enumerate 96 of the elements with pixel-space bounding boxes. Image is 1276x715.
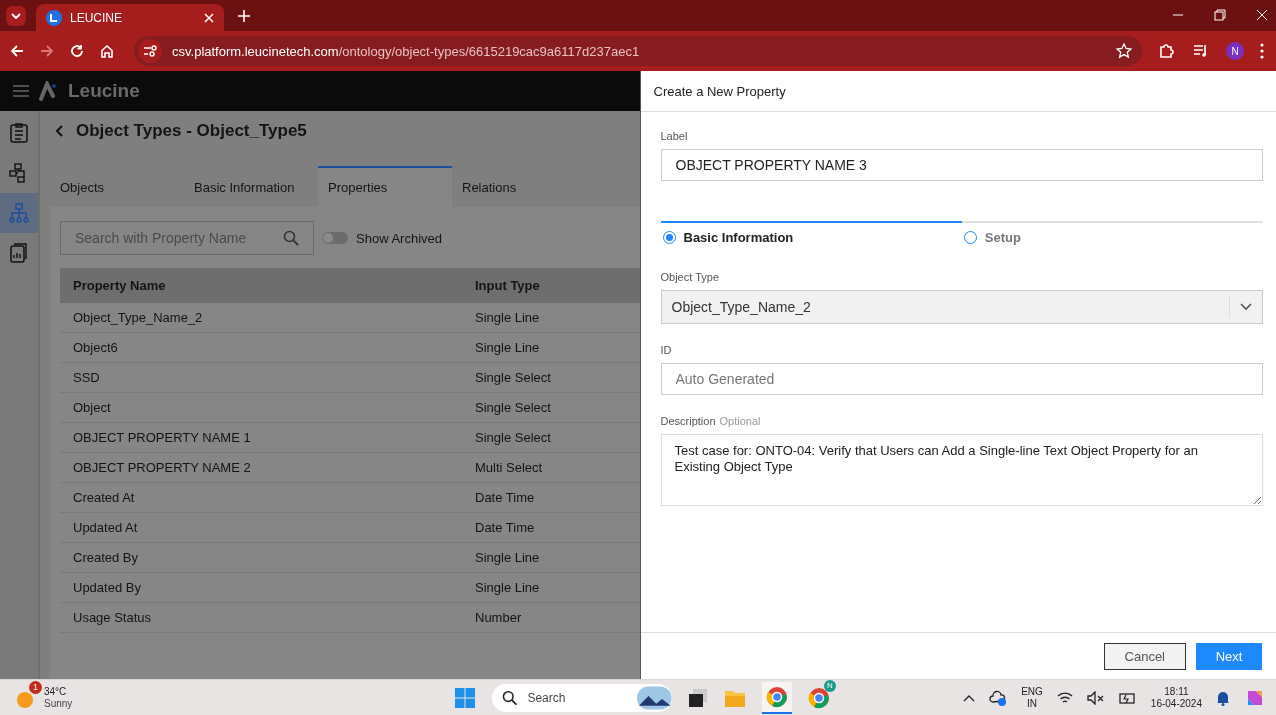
region-code[interactable]: IN <box>1027 697 1037 710</box>
notification-badge: 1 <box>29 680 42 694</box>
table-cell-text: Created At <box>72 490 136 505</box>
tab-list-button[interactable] <box>6 6 26 26</box>
chevron-down-icon <box>11 13 21 19</box>
browser-tab[interactable]: LEUCINE <box>36 4 224 31</box>
table-cell-text: Multi Select <box>475 460 544 475</box>
chevron-down-icon[interactable] <box>1240 303 1252 311</box>
taskbar-search-input[interactable]: Search <box>525 689 630 706</box>
close-icon[interactable] <box>1256 9 1268 21</box>
browser-icon[interactable] <box>766 685 788 708</box>
profile-avatar[interactable]: N <box>1226 42 1244 60</box>
id-input-field[interactable]: Auto Generated <box>660 363 1263 395</box>
table-cell-text: Single Line <box>475 310 541 325</box>
field-label: Description <box>660 415 716 427</box>
table-cell-text: Single Select <box>475 400 552 415</box>
table-cell-text: Created By <box>72 550 140 565</box>
table-cell-text: OBJECT PROPERTY NAME 1 <box>72 430 252 445</box>
search-icon <box>502 689 518 706</box>
optional-hint: Optional <box>719 415 761 427</box>
tab[interactable]: Objects <box>50 166 184 207</box>
task-view-icon[interactable] <box>688 687 708 708</box>
site-settings-icon[interactable] <box>138 39 162 63</box>
brand-name: Leucine <box>68 80 140 102</box>
field-label: Object Type <box>660 271 720 283</box>
address-field[interactable]: csv.platform.leucinetech.com/ontology/object-types/6615219cac9a6117d237aec1 <box>134 36 1142 66</box>
puzzle-piece-icon[interactable] <box>1158 42 1176 60</box>
profile-badge: N <box>824 679 836 692</box>
description-textarea[interactable]: Test case for: ONTO-04: Verify that Users can Add a Single-line Text Object Property for an Existing Object Type <box>660 434 1263 506</box>
table-cell-text: Single Select <box>475 370 552 385</box>
landscape-icon <box>637 685 672 710</box>
bell-icon[interactable] <box>1216 689 1230 706</box>
start-icon[interactable] <box>454 686 476 709</box>
table-cell-text: Single Line <box>475 580 541 595</box>
toggle-label: Show Archived <box>356 230 442 246</box>
object-type-dropdown[interactable]: Object_Type_Name_2 <box>660 290 1263 324</box>
table-cell-text: Object6 <box>72 340 119 355</box>
table-cell-text: Single Select <box>475 430 552 445</box>
logo-icon <box>38 81 58 101</box>
table-cell-text: Object <box>72 400 112 415</box>
cancel-button[interactable]: Cancel <box>1103 642 1186 670</box>
reload-icon[interactable] <box>70 44 84 58</box>
site-logo-icon <box>46 9 62 26</box>
clock-time[interactable]: 18:11 <box>1164 685 1189 698</box>
step-label[interactable]: Basic Information <box>683 230 794 245</box>
battery-icon[interactable] <box>1118 690 1137 705</box>
taskbar-search-field[interactable]: Search <box>492 683 672 712</box>
more-menu-icon[interactable] <box>1260 43 1264 59</box>
table-cell-text: OBJECT PROPERTY NAME 2 <box>72 460 252 475</box>
table-cell-text: Single Line <box>475 340 541 355</box>
home-icon[interactable] <box>100 44 114 58</box>
column-header: Property Name <box>72 278 167 293</box>
table-cell-text: Updated By <box>72 580 142 595</box>
field-label: Label <box>660 130 689 142</box>
close-icon[interactable] <box>204 12 214 23</box>
chevron-up-icon[interactable] <box>963 693 976 702</box>
label-input-field[interactable]: OBJECT PROPERTY NAME 3 <box>660 149 1263 181</box>
search-input[interactable]: Search with Property Name <box>73 229 283 247</box>
url-text: csv.platform.leucinetech.com/ontology/object-types/6615219cac9a6117d237aec1 <box>172 43 640 59</box>
table-cell-text: SSD <box>72 370 101 385</box>
table-cell-text: Single Line <box>475 550 541 565</box>
back-chevron-icon[interactable] <box>56 125 64 137</box>
tab-title: LEUCINE <box>70 10 122 25</box>
report-icon <box>10 243 28 263</box>
wifi-icon[interactable] <box>1056 690 1073 705</box>
page-title: Object Types - Object_Type5 <box>76 121 307 141</box>
column-header: Input Type <box>475 278 541 293</box>
search-field[interactable]: Search with Property Name <box>60 221 314 255</box>
restore-icon[interactable] <box>1214 9 1226 21</box>
hierarchy-icon <box>9 203 29 223</box>
language-code[interactable]: ENG <box>1021 685 1043 698</box>
clipboard-list-icon <box>10 123 28 143</box>
tab[interactable]: Relations <box>452 166 586 207</box>
table-cell-text: Date Time <box>475 490 536 505</box>
table-cell-text: Date Time <box>475 520 536 535</box>
drawer-title: Create a New Property <box>653 83 786 99</box>
tab[interactable]: Properties <box>318 166 452 207</box>
tab[interactable]: Basic Information <box>184 166 318 207</box>
browser-icon[interactable] <box>808 686 830 709</box>
weather-condition: Sunny <box>44 697 73 710</box>
plus-icon[interactable] <box>238 10 250 22</box>
temperature: 34°C <box>44 685 68 698</box>
star-icon[interactable] <box>1116 43 1132 59</box>
speaker-muted-icon[interactable] <box>1086 690 1105 705</box>
clock-date[interactable]: 16-04-2024 <box>1150 697 1202 710</box>
search-icon[interactable] <box>283 230 299 246</box>
table-cell-text: Updated At <box>72 520 139 535</box>
field-label: ID <box>660 344 673 356</box>
forward-icon[interactable] <box>40 44 54 58</box>
toggle-switch[interactable] <box>322 232 348 244</box>
table-cell-text: Number <box>475 610 523 625</box>
table-cell-text: Object_Type_Name_2 <box>72 310 204 325</box>
back-icon[interactable] <box>10 44 24 58</box>
table-cell-text: Usage Status <box>72 610 153 625</box>
cloud-icon[interactable] <box>989 689 1008 706</box>
step-label[interactable]: Setup <box>984 230 1021 245</box>
